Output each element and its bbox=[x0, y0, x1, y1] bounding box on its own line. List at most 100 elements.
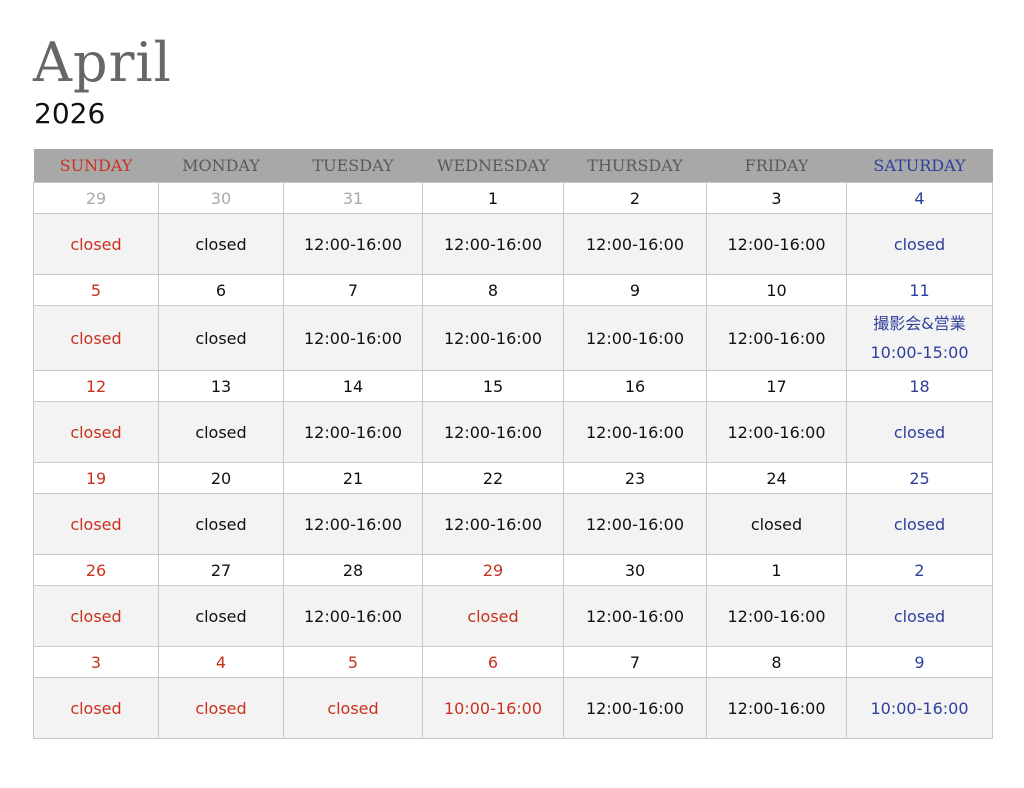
day-hours-cell: closed bbox=[283, 677, 423, 739]
day-hours-cell: closed bbox=[158, 305, 284, 371]
day-number: 5 bbox=[283, 646, 423, 678]
day-number: 5 bbox=[33, 274, 159, 306]
day-number: 12 bbox=[33, 370, 159, 402]
year-title: 2026 bbox=[34, 97, 106, 130]
day-number: 7 bbox=[563, 646, 707, 678]
day-hours-cell: 12:00-16:00 bbox=[706, 585, 847, 647]
day-hours-cell: 12:00-16:00 bbox=[283, 305, 423, 371]
day-hours-cell: 12:00-16:00 bbox=[563, 305, 707, 371]
day-number: 8 bbox=[706, 646, 847, 678]
day-hours-cell: 12:00-16:00 bbox=[706, 213, 847, 275]
event-hours: 10:00-15:00 bbox=[870, 343, 969, 362]
calendar-table: SUNDAY MONDAY TUESDAY WEDNESDAY THURSDAY… bbox=[33, 149, 993, 739]
day-hours-cell: 12:00-16:00 bbox=[706, 305, 847, 371]
date-row: 19 20 21 22 23 24 25 bbox=[33, 462, 993, 494]
day-hours-cell: 12:00-16:00 bbox=[283, 401, 423, 463]
day-number: 7 bbox=[283, 274, 423, 306]
weekday-header-row: SUNDAY MONDAY TUESDAY WEDNESDAY THURSDAY… bbox=[33, 149, 993, 183]
day-hours-cell: 12:00-16:00 bbox=[422, 493, 564, 555]
day-hours-cell: 12:00-16:00 bbox=[283, 585, 423, 647]
weekday-saturday: SATURDAY bbox=[846, 149, 993, 183]
day-hours-cell: 10:00-16:00 bbox=[422, 677, 564, 739]
day-hours-cell: closed bbox=[33, 305, 159, 371]
day-number: 2 bbox=[563, 182, 707, 214]
day-number: 1 bbox=[706, 554, 847, 586]
day-number: 28 bbox=[283, 554, 423, 586]
day-number: 3 bbox=[706, 182, 847, 214]
day-number: 3 bbox=[33, 646, 159, 678]
day-hours-cell: 10:00-16:00 bbox=[846, 677, 993, 739]
day-number: 30 bbox=[158, 182, 284, 214]
day-number: 31 bbox=[283, 182, 423, 214]
day-hours-cell: closed bbox=[422, 585, 564, 647]
hours-row: closed closed 12:00-16:00 12:00-16:00 12:00-… bbox=[33, 213, 993, 275]
day-hours-cell: 12:00-16:00 bbox=[422, 401, 564, 463]
day-number: 6 bbox=[158, 274, 284, 306]
day-hours-cell: 12:00-16:00 bbox=[706, 401, 847, 463]
day-number: 23 bbox=[563, 462, 707, 494]
hours-row: closed closed closed 10:00-16:00 12:00-16:00… bbox=[33, 677, 993, 739]
day-hours-cell: closed bbox=[158, 213, 284, 275]
day-hours-cell: 12:00-16:00 bbox=[563, 585, 707, 647]
day-number: 19 bbox=[33, 462, 159, 494]
day-number: 25 bbox=[846, 462, 993, 494]
weekday-tuesday: TUESDAY bbox=[283, 149, 423, 183]
day-number: 17 bbox=[706, 370, 847, 402]
day-hours-cell: closed bbox=[846, 401, 993, 463]
day-number: 30 bbox=[563, 554, 707, 586]
event-label: 撮影会&営業 bbox=[873, 314, 966, 333]
day-hours-cell: closed bbox=[846, 585, 993, 647]
day-hours-cell: 12:00-16:00 bbox=[563, 677, 707, 739]
day-hours-cell: closed bbox=[158, 677, 284, 739]
day-hours-cell: 12:00-16:00 bbox=[563, 401, 707, 463]
day-number: 9 bbox=[846, 646, 993, 678]
weekday-friday: FRIDAY bbox=[706, 149, 847, 183]
day-number: 4 bbox=[846, 182, 993, 214]
day-number: 26 bbox=[33, 554, 159, 586]
day-hours-cell: 12:00-16:00 bbox=[283, 213, 423, 275]
day-hours-cell: 12:00-16:00 bbox=[283, 493, 423, 555]
day-hours-cell: closed bbox=[33, 585, 159, 647]
day-hours-cell: 撮影会&営業 10:00-15:00 bbox=[846, 305, 993, 371]
day-hours-cell: closed bbox=[846, 493, 993, 555]
day-number: 9 bbox=[563, 274, 707, 306]
day-hours-cell: closed bbox=[33, 213, 159, 275]
day-number: 20 bbox=[158, 462, 284, 494]
weekday-monday: MONDAY bbox=[158, 149, 284, 183]
day-hours-cell: 12:00-16:00 bbox=[563, 493, 707, 555]
day-hours-cell: closed bbox=[33, 401, 159, 463]
hours-row: closed closed 12:00-16:00 12:00-16:00 12:00-… bbox=[33, 305, 993, 371]
day-number: 14 bbox=[283, 370, 423, 402]
day-hours-cell: 12:00-16:00 bbox=[422, 305, 564, 371]
day-number: 18 bbox=[846, 370, 993, 402]
day-number: 10 bbox=[706, 274, 847, 306]
calendar-body: 29 30 31 1 2 3 4 closed closed 12:00-16:00 12:00-1… bbox=[33, 182, 993, 739]
day-hours-cell: closed bbox=[158, 585, 284, 647]
day-number: 22 bbox=[422, 462, 564, 494]
day-number: 27 bbox=[158, 554, 284, 586]
day-number: 24 bbox=[706, 462, 847, 494]
date-row: 3456789 bbox=[33, 646, 993, 678]
day-hours-cell: closed bbox=[33, 677, 159, 739]
date-row: 26 27 28 29 30 1 2 bbox=[33, 554, 993, 586]
day-number: 11 bbox=[846, 274, 993, 306]
day-hours-cell: 12:00-16:00 bbox=[422, 213, 564, 275]
day-number: 1 bbox=[422, 182, 564, 214]
day-number: 13 bbox=[158, 370, 284, 402]
day-hours-cell: closed bbox=[706, 493, 847, 555]
weekday-wednesday: WEDNESDAY bbox=[422, 149, 564, 183]
day-number: 15 bbox=[422, 370, 564, 402]
day-number: 8 bbox=[422, 274, 564, 306]
hours-row: closed closed 12:00-16:00 closed 12:00-16:00… bbox=[33, 585, 993, 647]
weekday-sunday: SUNDAY bbox=[33, 149, 159, 183]
hours-row: closed closed 12:00-16:00 12:00-16:00 12:00-… bbox=[33, 493, 993, 555]
day-hours-cell: closed bbox=[846, 213, 993, 275]
weekday-thursday: THURSDAY bbox=[563, 149, 707, 183]
day-hours-cell: closed bbox=[33, 493, 159, 555]
day-hours-cell: closed bbox=[158, 493, 284, 555]
day-number: 21 bbox=[283, 462, 423, 494]
hours-row: closed closed 12:00-16:00 12:00-16:00 12:00-… bbox=[33, 401, 993, 463]
month-title: April bbox=[33, 31, 172, 94]
date-row: 5 6 7 8 9 10 11 bbox=[33, 274, 993, 306]
day-number: 29 bbox=[422, 554, 564, 586]
